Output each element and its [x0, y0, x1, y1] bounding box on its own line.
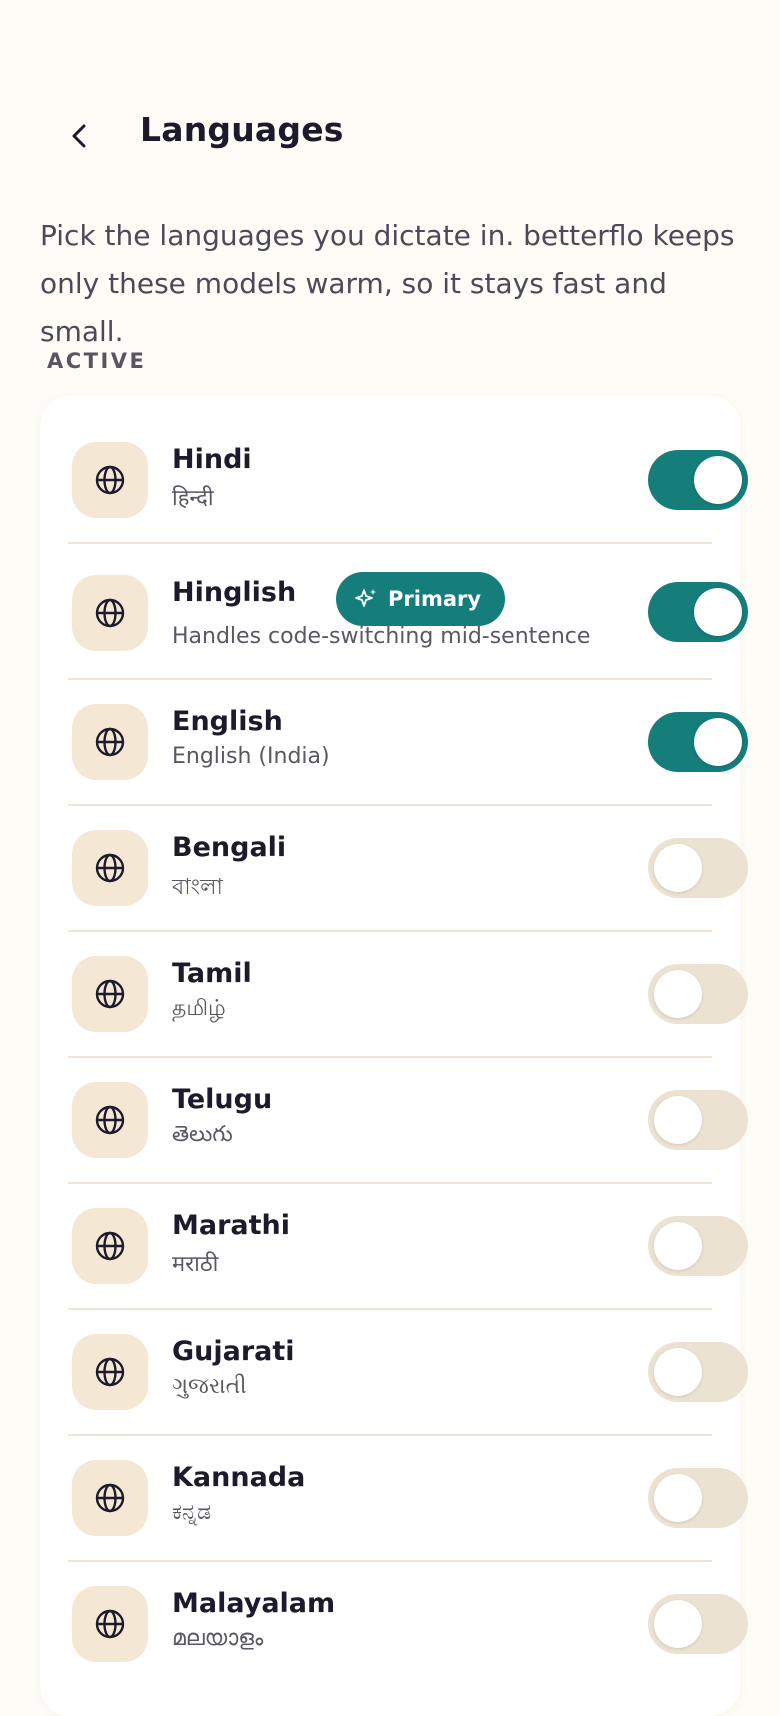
language-icon-tile — [72, 1082, 148, 1158]
globe-icon — [95, 853, 125, 883]
globe-icon — [95, 979, 125, 1009]
language-name: Marathi — [172, 1210, 291, 1241]
toggle-knob — [694, 588, 742, 636]
english-toggle[interactable] — [648, 712, 748, 772]
language-subtitle: தமிழ் — [172, 996, 226, 1021]
language-row-telugu: Telugu తెలుగు — [68, 1058, 748, 1184]
tamil-toggle[interactable] — [648, 964, 748, 1024]
sparkle-icon — [355, 589, 376, 607]
toggle-knob — [654, 1096, 702, 1144]
globe-icon — [95, 1357, 125, 1387]
globe-icon — [95, 727, 125, 757]
toggle-knob — [694, 718, 742, 766]
language-icon-tile — [72, 1460, 148, 1536]
language-list-card: Hindi हिन्दी Hinglish Primary Handles co… — [40, 396, 748, 1716]
page-description: Pick the languages you dictate in. bette… — [40, 219, 735, 348]
kannada-toggle[interactable] — [648, 1468, 748, 1528]
language-row-bengali: Bengali বাংলা — [68, 806, 748, 932]
language-icon-tile — [72, 1334, 148, 1410]
back-button[interactable] — [58, 114, 102, 158]
language-icon-tile — [72, 704, 148, 780]
toggle-knob — [654, 970, 702, 1018]
language-icon-tile — [72, 442, 148, 518]
language-name: Hindi — [172, 444, 252, 475]
language-subtitle: Handles code-switching mid-sentence — [172, 624, 591, 649]
language-subtitle: తెలుగు — [172, 1122, 233, 1147]
globe-icon — [95, 1609, 125, 1639]
app-header: Languages — [0, 100, 780, 178]
hindi-toggle[interactable] — [648, 450, 748, 510]
language-row-hindi: Hindi हिन्दी — [68, 396, 748, 544]
toggle-knob — [694, 456, 742, 504]
section-label-active: ACTIVE — [47, 349, 147, 373]
language-row-gujarati: Gujarati ગુજરાતી — [68, 1310, 748, 1436]
page-title: Languages — [140, 110, 344, 149]
language-icon-tile — [72, 1586, 148, 1662]
language-name: Hinglish — [172, 577, 297, 608]
language-subtitle: ಕನ್ನಡ — [172, 1500, 212, 1525]
globe-icon — [95, 465, 125, 495]
primary-badge: Primary — [336, 572, 506, 626]
telugu-toggle[interactable] — [648, 1090, 748, 1150]
language-subtitle: हिन्दी — [172, 486, 214, 511]
malayalam-toggle[interactable] — [648, 1594, 748, 1654]
toggle-knob — [654, 1348, 702, 1396]
language-icon-tile — [72, 1208, 148, 1284]
globe-icon — [95, 598, 125, 628]
globe-icon — [95, 1105, 125, 1135]
globe-icon — [95, 1231, 125, 1261]
language-name: Telugu — [172, 1084, 273, 1115]
toggle-knob — [654, 1600, 702, 1648]
hinglish-toggle[interactable] — [648, 582, 748, 642]
language-subtitle: മലയാളം — [172, 1626, 264, 1651]
language-name: English — [172, 706, 283, 737]
gujarati-toggle[interactable] — [648, 1342, 748, 1402]
language-icon-tile — [72, 830, 148, 906]
language-subtitle: ગુજરાતી — [172, 1374, 247, 1399]
language-row-kannada: Kannada ಕನ್ನಡ — [68, 1436, 748, 1562]
language-name: Bengali — [172, 832, 287, 863]
language-subtitle: English (India) — [172, 744, 330, 769]
language-row-hinglish: Hinglish Primary Handles code-switching … — [68, 544, 748, 680]
language-row-marathi: Marathi मराठी — [68, 1184, 748, 1310]
globe-icon — [95, 1483, 125, 1513]
language-icon-tile — [72, 956, 148, 1032]
bengali-toggle[interactable] — [648, 838, 748, 898]
toggle-knob — [654, 1474, 702, 1522]
chevron-left-icon — [72, 124, 86, 148]
language-row-english: English English (India) — [68, 680, 748, 806]
language-name: Tamil — [172, 958, 252, 989]
language-name: Kannada — [172, 1462, 306, 1493]
toggle-knob — [654, 844, 702, 892]
language-row-malayalam: Malayalam മലയാളം — [68, 1562, 748, 1688]
language-name: Gujarati — [172, 1336, 295, 1367]
toggle-knob — [654, 1222, 702, 1270]
language-subtitle: বাংলা — [172, 875, 223, 900]
language-row-tamil: Tamil தமிழ் — [68, 932, 748, 1058]
badge-label: Primary — [388, 587, 482, 611]
marathi-toggle[interactable] — [648, 1216, 748, 1276]
language-icon-tile — [72, 575, 148, 651]
language-subtitle: मराठी — [172, 1252, 219, 1277]
language-name: Malayalam — [172, 1588, 336, 1619]
